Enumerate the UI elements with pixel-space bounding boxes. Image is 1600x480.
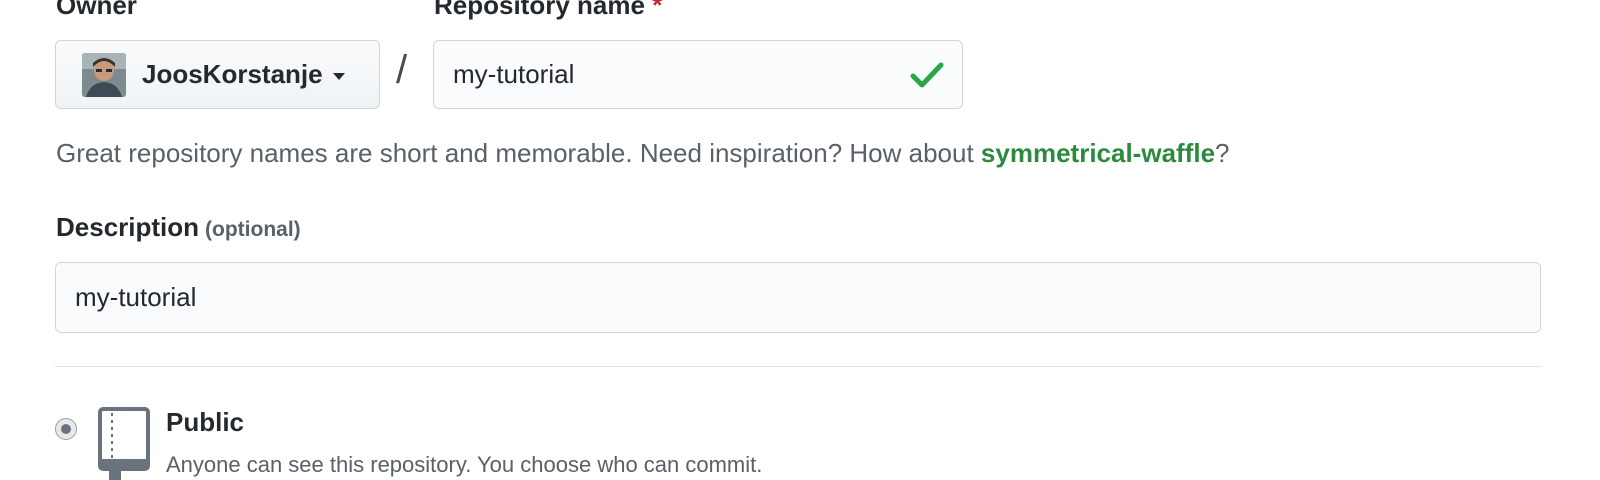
owner-repo-separator: /	[396, 48, 408, 92]
description-value: my-tutorial	[75, 282, 197, 312]
repository-name-value: my-tutorial	[453, 59, 575, 89]
owner-select-button[interactable]: JoosKorstanje	[55, 40, 380, 109]
repository-name-label-text: Repository name	[434, 0, 645, 20]
public-option-title: Public	[166, 407, 245, 437]
hint-text-end: ?	[1215, 138, 1230, 168]
user-avatar-icon	[82, 52, 126, 97]
public-radio[interactable]	[55, 418, 77, 440]
owner-label: Owner	[56, 0, 137, 20]
repo-icon	[98, 407, 150, 480]
description-label-text: Description	[56, 212, 200, 242]
caret-down-icon	[332, 73, 345, 80]
hint-text: Great repository names are short and mem…	[56, 138, 981, 168]
suggested-name-link[interactable]: symmetrical-waffle	[981, 138, 1215, 168]
repository-name-hint: Great repository names are short and mem…	[56, 138, 1230, 169]
divider	[55, 366, 1541, 367]
owner-name: JoosKorstanje	[142, 59, 323, 89]
radio-selected-dot	[61, 424, 71, 434]
repository-name-label: Repository name *	[434, 0, 662, 21]
public-option-description: Anyone can see this repository. You choo…	[166, 452, 763, 477]
optional-note: (optional)	[205, 218, 301, 241]
repository-name-input[interactable]: my-tutorial	[433, 40, 963, 109]
avatar	[82, 52, 126, 97]
description-label: Description (optional)	[56, 212, 301, 243]
check-icon	[910, 62, 944, 87]
description-input[interactable]: my-tutorial	[55, 262, 1541, 333]
required-marker: *	[652, 0, 663, 20]
